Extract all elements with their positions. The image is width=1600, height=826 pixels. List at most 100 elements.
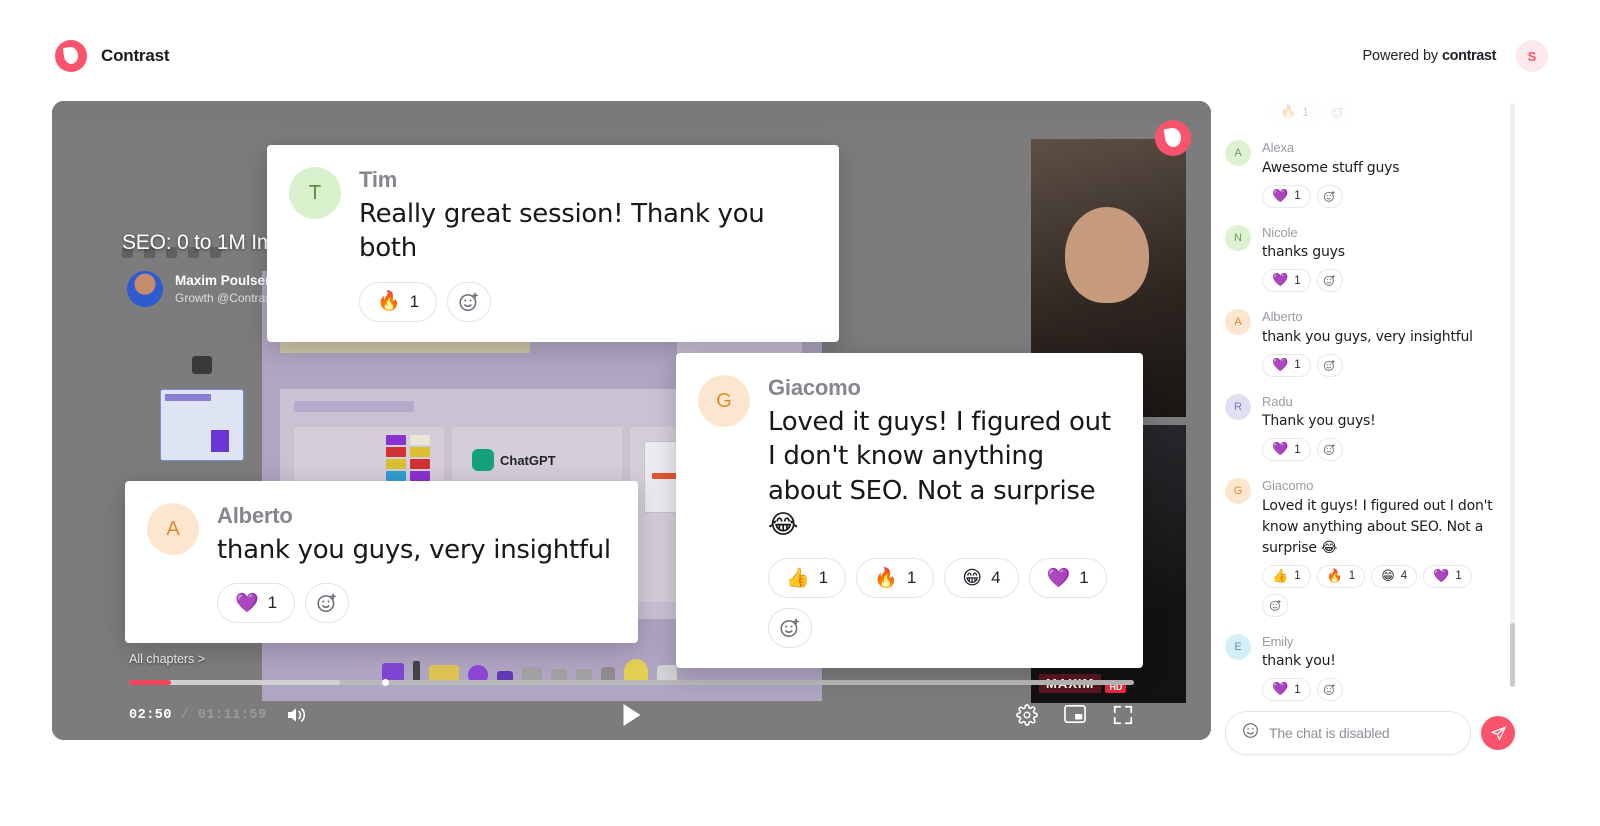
reaction-count: 1: [1455, 570, 1462, 582]
chat-sidebar: 🔥 1 A Alexa Awesome stuff guys 💜 1 N Nicole tha…: [1225, 95, 1515, 755]
brand-name: Contrast: [101, 46, 170, 65]
reaction-count: 1: [1294, 274, 1301, 287]
reaction-pill[interactable]: 💜 1: [217, 583, 296, 624]
message-body: Giacomo Loved it guys! I figured out I do…: [768, 375, 1117, 649]
message-author: Alberto: [217, 503, 293, 528]
message-body: Alberto thank you guys, very insightful 💜 1: [1262, 307, 1501, 377]
reaction-emoji: 💜: [235, 591, 259, 614]
reaction-pill[interactable]: 😁 4: [944, 558, 1019, 599]
add-reaction-icon[interactable]: [447, 281, 492, 322]
chatgpt-icon: [472, 449, 494, 471]
reaction-emoji: 💜: [1272, 682, 1289, 697]
reaction-row: 🔥 1: [1270, 101, 1351, 124]
avatar: E: [1225, 633, 1251, 660]
chat-scrollbar[interactable]: [1510, 103, 1515, 687]
reaction-row: 🔥 1: [359, 281, 813, 322]
reaction-pill[interactable]: 💜 1: [1262, 269, 1311, 292]
floating-message-card[interactable]: G Giacomo Loved it guys! I figured out I d…: [676, 353, 1143, 669]
message-text: thanks guys: [1262, 244, 1345, 260]
chat-message-list[interactable]: 🔥 1 A Alexa Awesome stuff guys 💜 1 N Nicole tha…: [1225, 95, 1515, 701]
all-chapters-button[interactable]: All chapters >: [129, 652, 205, 666]
play-button[interactable]: [623, 704, 640, 726]
chat-message[interactable]: A Alberto thank you guys, very insightful 💜…: [1225, 307, 1501, 377]
avatar: T: [289, 167, 341, 219]
add-reaction-icon[interactable]: [1316, 678, 1343, 701]
message-author: Emily: [1262, 633, 1294, 649]
reaction-pill[interactable]: 💜 1: [1423, 564, 1472, 588]
chapter-marker[interactable]: [382, 678, 390, 686]
reaction-emoji: 💜: [1433, 568, 1450, 584]
fullscreen-icon[interactable]: [1112, 704, 1134, 726]
picture-in-picture-icon[interactable]: [1064, 704, 1086, 726]
settings-gear-icon[interactable]: [1016, 704, 1038, 726]
chat-message[interactable]: G Giacomo Loved it guys! I figured out I d…: [1225, 476, 1501, 617]
user-avatar[interactable]: S: [1516, 40, 1548, 72]
add-reaction-icon[interactable]: [1316, 269, 1343, 292]
reaction-pill[interactable]: 💜 1: [1262, 353, 1311, 377]
reaction-emoji: 😁: [962, 566, 983, 589]
message-body: Nicole thanks guys 💜 1: [1262, 223, 1501, 292]
reaction-emoji: 💜: [1046, 566, 1071, 589]
floating-message-card[interactable]: A Alberto thank you guys, very insightful 💜…: [125, 481, 638, 644]
reaction-pill[interactable]: 😁 4: [1371, 564, 1418, 588]
send-button[interactable]: [1481, 716, 1515, 750]
total-time: 01:11:59: [197, 707, 267, 723]
chat-scrollbar-thumb[interactable]: [1510, 623, 1515, 687]
message-body: Alberto thank you guys, very insightful 💜 1: [217, 503, 612, 624]
chat-input[interactable]: The chat is disabled: [1225, 711, 1471, 755]
avatar: A: [147, 503, 199, 555]
reaction-emoji: 💜: [1272, 188, 1289, 204]
add-reaction-icon[interactable]: [1262, 593, 1288, 617]
floating-message-card[interactable]: T Tim Really great session! Thank you both…: [267, 145, 839, 342]
reaction-pill[interactable]: 💜 1: [1262, 678, 1311, 701]
message-author: Giacomo: [1262, 478, 1314, 493]
reaction-row: 💜 1: [1262, 678, 1501, 701]
reaction-pill[interactable]: 💜 1: [1262, 184, 1311, 208]
thumbnail-bar: [165, 394, 211, 401]
message-body: Radu Thank you guys! 💜 1: [1262, 392, 1501, 461]
brand[interactable]: Contrast: [55, 40, 169, 72]
chat-message[interactable]: A Alexa Awesome stuff guys 💜 1: [1225, 138, 1501, 208]
reaction-emoji: 🔥: [1280, 105, 1297, 120]
chat-message[interactable]: R Radu Thank you guys! 💜 1: [1225, 392, 1501, 461]
chat-message[interactable]: E Emily thank you! 💜 1: [1225, 632, 1501, 701]
reaction-pill[interactable]: 🔥 1: [1270, 101, 1319, 124]
message-text: thank you guys, very insightful: [1262, 328, 1473, 345]
reaction-count: 4: [1400, 570, 1408, 582]
reaction-pill[interactable]: 🔥 1: [359, 281, 438, 322]
reaction-pill[interactable]: 👍 1: [768, 558, 847, 599]
add-reaction-icon[interactable]: [768, 608, 812, 649]
chatgpt-badge: ChatGPT: [472, 449, 556, 471]
add-reaction-icon[interactable]: [1316, 353, 1343, 377]
reaction-pill[interactable]: 💜 1: [1262, 438, 1311, 461]
avatar: A: [1225, 309, 1251, 335]
add-reaction-icon[interactable]: [1324, 101, 1351, 124]
add-reaction-icon[interactable]: [1316, 184, 1343, 208]
message-text: Loved it guys! I figured out I don't kno…: [1262, 497, 1493, 556]
current-time: 02:50: [129, 707, 173, 723]
reaction-emoji: 😁: [1381, 568, 1395, 584]
chat-message[interactable]: N Nicole thanks guys 💜 1: [1225, 223, 1501, 292]
app-root: Contrast Powered by contrast S ChatGPT S…: [0, 0, 1600, 826]
volume-icon[interactable]: [285, 705, 307, 725]
reaction-pill[interactable]: 💜 1: [1028, 558, 1107, 599]
reaction-pill[interactable]: 🔥 1: [1316, 564, 1366, 588]
chat-messages-container: A Alexa Awesome stuff guys 💜 1 N Nicole thanks …: [1225, 138, 1501, 701]
progress-bar[interactable]: [129, 678, 1134, 686]
reaction-row: 💜 1: [1262, 438, 1501, 461]
reaction-count: 1: [818, 568, 829, 588]
message-text: Loved it guys! I figured out I don't kno…: [768, 407, 1111, 540]
add-reaction-icon[interactable]: [305, 583, 350, 624]
reaction-row: 💜 1: [1262, 184, 1501, 208]
reaction-pill[interactable]: 🔥 1: [856, 558, 935, 599]
emoji-icon[interactable]: [1242, 722, 1259, 744]
reaction-count: 1: [1294, 443, 1301, 456]
reaction-row: 💜 1: [1262, 269, 1501, 292]
powered-by-brand: contrast: [1441, 48, 1496, 64]
reaction-pill[interactable]: 👍 1: [1262, 564, 1311, 588]
add-reaction-icon[interactable]: [1316, 438, 1343, 461]
avatar: A: [1225, 140, 1251, 166]
time-separator: /: [172, 707, 198, 723]
reaction-row: 💜 1: [1262, 353, 1501, 377]
reaction-row: 💜 1: [217, 583, 612, 624]
